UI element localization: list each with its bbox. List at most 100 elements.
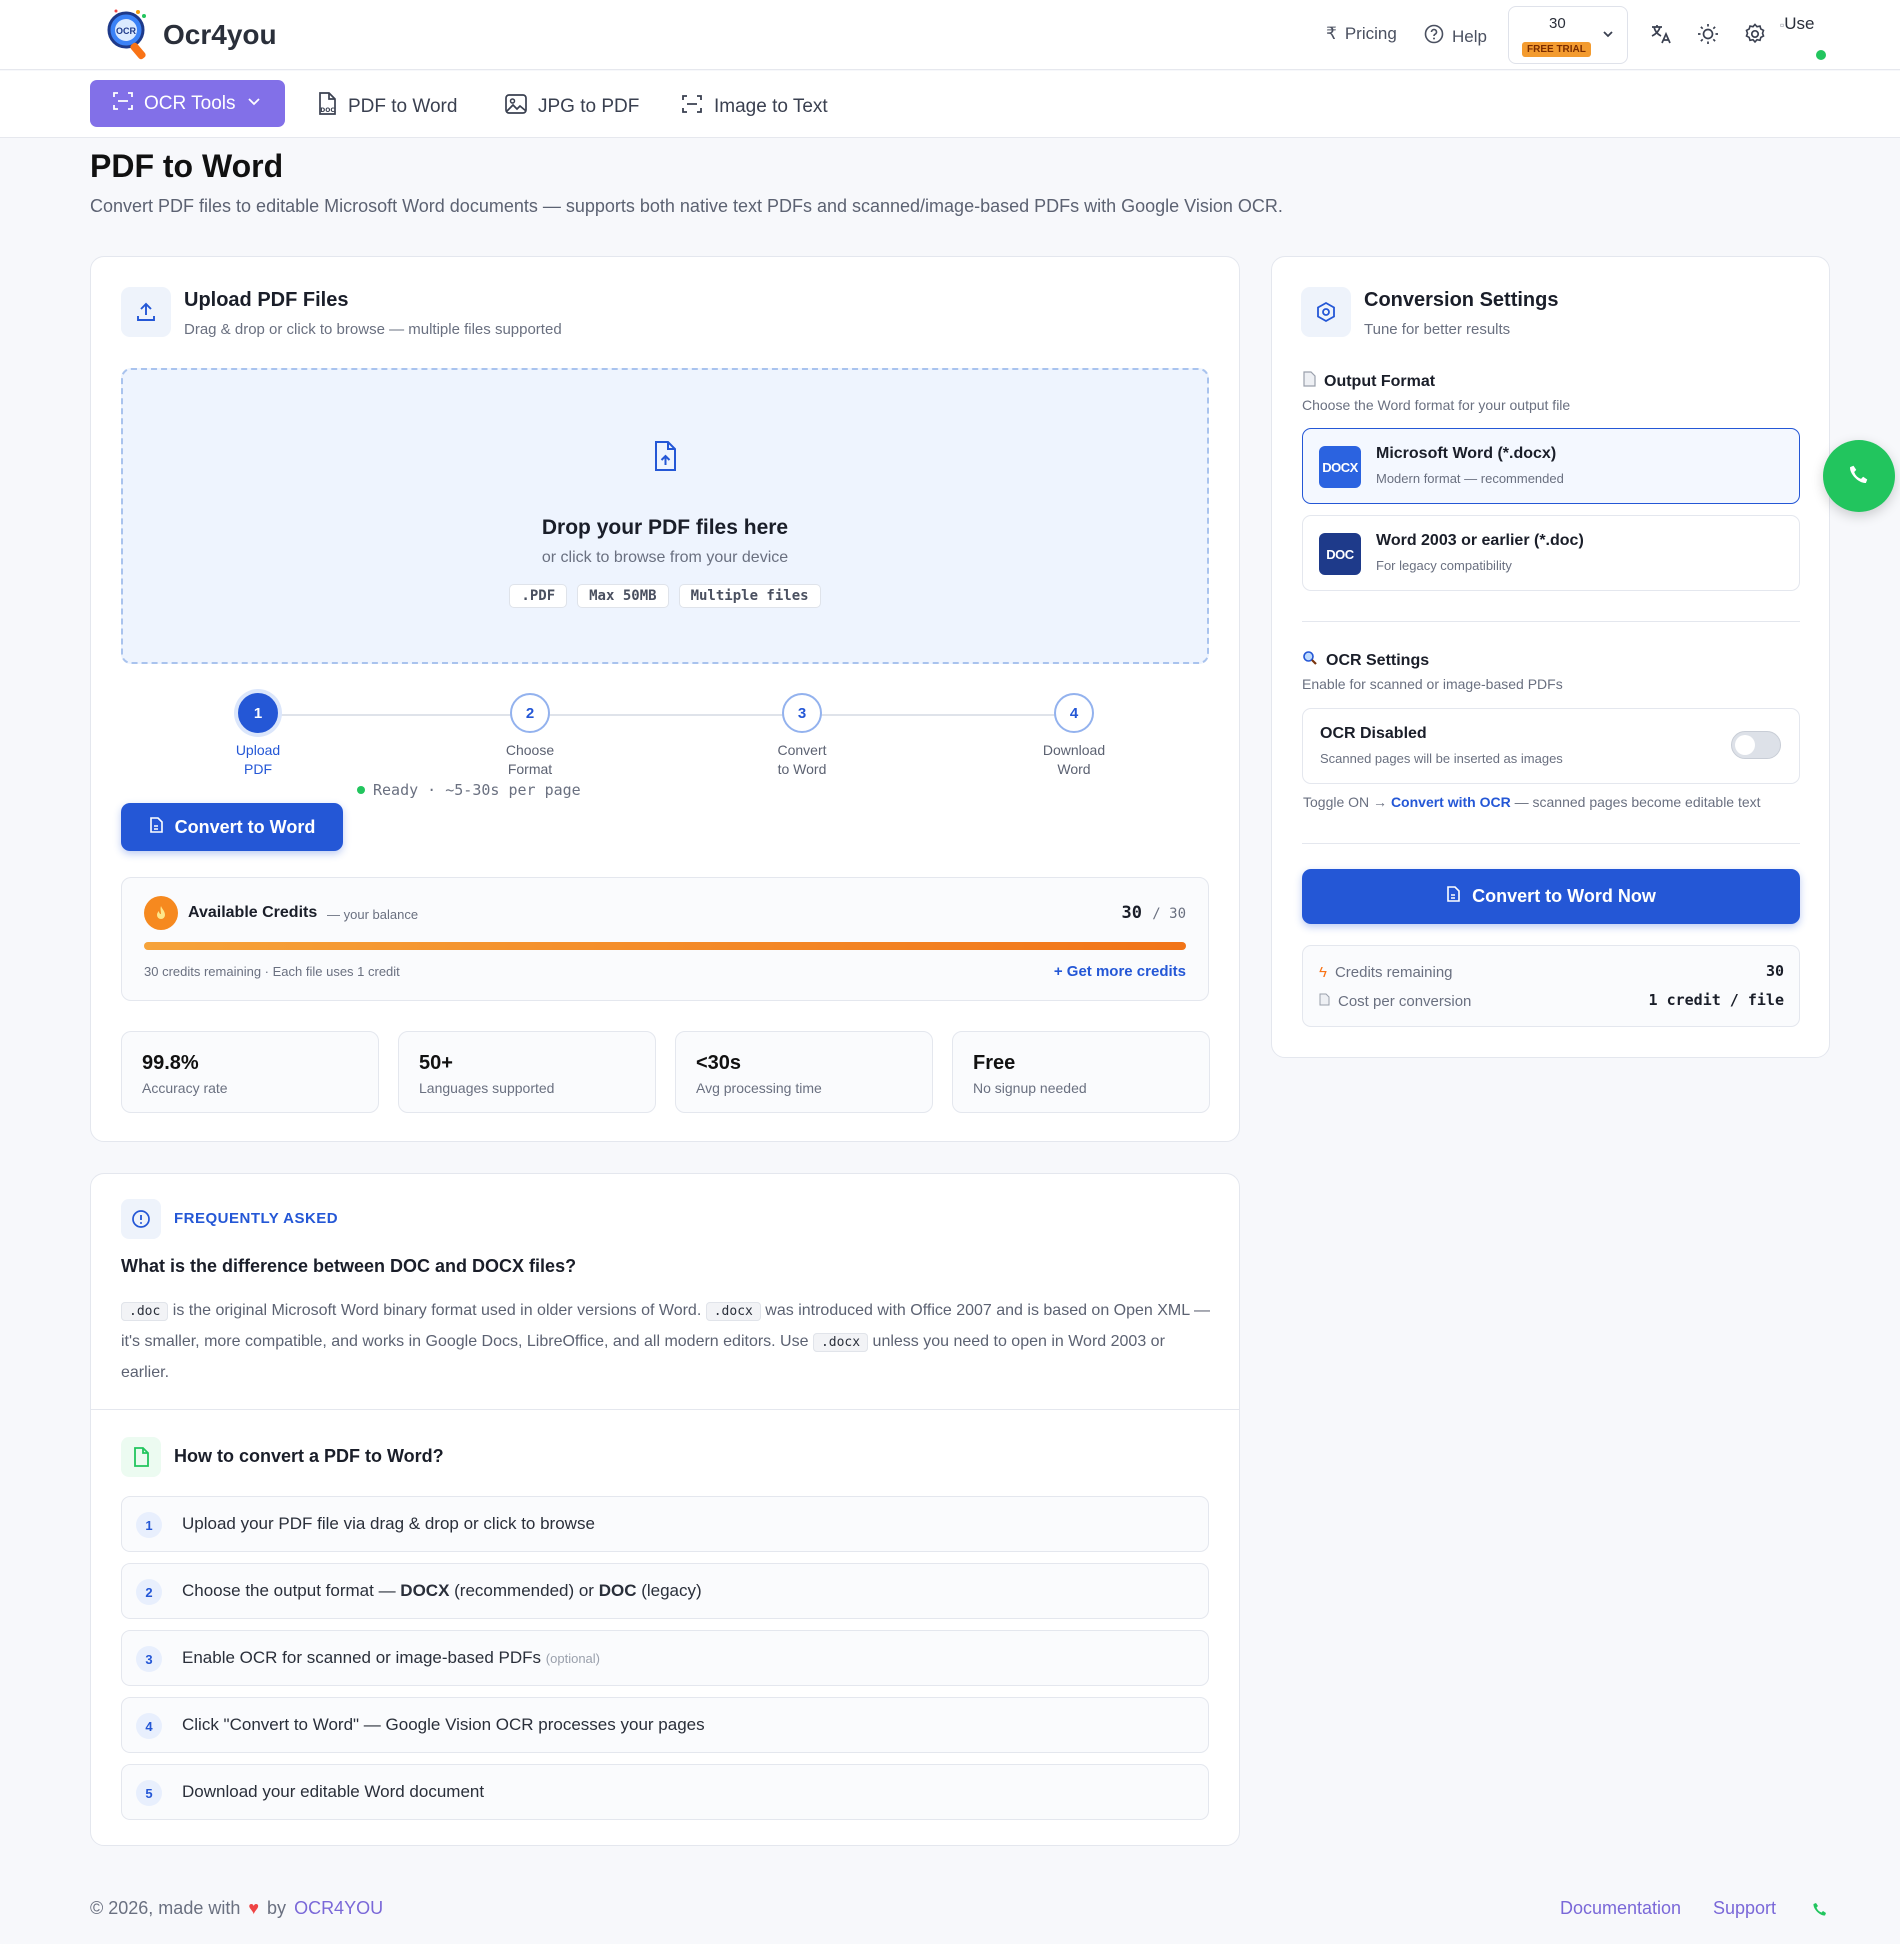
settings-title: Conversion Settings <box>1364 289 1559 311</box>
doc-subtitle: For legacy compatibility <box>1376 558 1512 573</box>
phone-icon <box>1848 463 1870 490</box>
nav-image-to-text[interactable]: Image to Text <box>680 92 828 122</box>
credits-remaining-value: 30 <box>1765 962 1784 980</box>
online-status-dot <box>1816 50 1826 60</box>
convert-button-label: Convert to Word <box>174 816 316 837</box>
convert-with-ocr-link[interactable]: Convert with OCR <box>1391 794 1511 810</box>
format-option-docx[interactable]: DOCX Microsoft Word (*.docx) Modern form… <box>1302 428 1800 504</box>
phone-icon[interactable] <box>1812 1901 1828 1922</box>
tool-nav-bar: OCR Tools DOC PDF to Word JPG to PDF Ima… <box>0 71 1900 138</box>
docx-subtitle: Modern format — recommended <box>1376 471 1564 486</box>
format-option-doc[interactable]: DOC Word 2003 or earlier (*.doc) For leg… <box>1302 515 1800 591</box>
ocr-toggle-switch[interactable] <box>1731 731 1781 759</box>
credits-progress-track <box>144 942 1186 950</box>
footer-brand-link[interactable]: OCR4YOU <box>294 1898 383 1919</box>
green-document-icon <box>121 1437 161 1477</box>
credits-dropdown[interactable]: 30 FREE TRIAL <box>1508 6 1628 64</box>
convert-now-label: Convert to Word Now <box>1472 886 1656 906</box>
theme-sun-icon[interactable] <box>1694 20 1722 48</box>
credits-remaining-row: ϟ Credits remaining <box>1319 964 1453 981</box>
doc-icon <box>1446 886 1460 907</box>
how-step-5: 5 Download your editable Word document <box>121 1764 1209 1820</box>
documentation-link[interactable]: Documentation <box>1560 1898 1681 1919</box>
faq-question: What is the difference between DOC and D… <box>121 1256 577 1276</box>
output-format-label: Output Format <box>1302 371 1435 392</box>
nav-jpg-to-pdf[interactable]: JPG to PDF <box>504 92 639 122</box>
how-step-4: 4 Click "Convert to Word" — Google Vision… <box>121 1697 1209 1753</box>
settings-subtitle: Tune for better results <box>1364 321 1511 338</box>
brand-name[interactable]: Ocr4you <box>163 19 277 51</box>
conversion-summary: ϟ Credits remaining 30 Cost per conversio… <box>1302 945 1800 1027</box>
status-dot <box>357 786 365 794</box>
ocr-tools-menu-button[interactable]: OCR Tools <box>90 80 285 127</box>
upload-icon <box>121 287 171 337</box>
dropzone-subtitle: or click to browse from your device <box>541 549 789 566</box>
code-doc: .doc <box>121 1302 169 1321</box>
credits-total: / 30 <box>1152 906 1186 922</box>
credits-progress-fill <box>144 942 1186 950</box>
nav-jpg-to-pdf-label: JPG to PDF <box>538 96 640 117</box>
convert-to-word-now-button[interactable]: Convert to Word Now <box>1302 869 1800 924</box>
how-step-2: 2 Choose the output format — DOCX (recomm… <box>121 1563 1209 1619</box>
docx-title: Microsoft Word (*.docx) <box>1376 445 1557 462</box>
file-upload-icon <box>651 440 679 477</box>
cost-per-conversion-row: Cost per conversion <box>1319 993 1471 1010</box>
steps-track <box>244 714 1056 716</box>
svg-text:DOC: DOC <box>320 107 335 114</box>
upload-subtitle: Drag & drop or click to browse — multipl… <box>184 321 562 338</box>
ocr-toggle-row: OCR Disabled Scanned pages will be inser… <box>1302 708 1800 784</box>
settings-target-icon <box>1301 287 1351 337</box>
dropzone-title: Drop your PDF files here <box>541 516 789 539</box>
avatar[interactable]: ▫Use <box>1780 14 1815 34</box>
nav-pdf-to-word[interactable]: DOC PDF to Word <box>316 92 457 122</box>
magnifier-icon <box>1302 650 1318 671</box>
svg-text:OCR: OCR <box>116 26 137 36</box>
help-icon <box>1424 24 1444 49</box>
available-credits-panel: Available Credits — your balance 30 / 30… <box>121 877 1209 1001</box>
get-more-credits-link[interactable]: + Get more credits <box>1054 963 1186 980</box>
step-1-circle: 1 <box>238 693 278 733</box>
how-to-title: How to convert a PDF to Word? <box>174 1446 444 1466</box>
credits-subtitle: — your balance <box>327 907 419 922</box>
ocr-hint: Toggle ON → Convert with OCR — scanned p… <box>1303 794 1761 810</box>
rupee-icon: ₹ <box>1326 24 1337 43</box>
upload-card: Upload PDF Files Drag & drop or click to… <box>90 256 1240 1142</box>
conversion-settings-card: Conversion Settings Tune for better resu… <box>1271 256 1830 1058</box>
credits-count: 30 <box>1549 15 1566 32</box>
ocr-status-desc: Scanned pages will be inserted as images <box>1320 751 1563 766</box>
pricing-label: Pricing <box>1344 24 1397 43</box>
cost-per-conversion-value: 1 credit / file <box>1648 991 1784 1009</box>
info-icon <box>121 1199 161 1239</box>
stat-free: Free No signup needed <box>952 1031 1210 1113</box>
how-step-1: 1 Upload your PDF file via drag & drop or… <box>121 1496 1209 1552</box>
footer-copyright: © 2026, made with ♥ by OCR4YOU <box>90 1898 384 1919</box>
settings-gear-icon[interactable] <box>1741 20 1769 48</box>
ocr-status-title: OCR Disabled <box>1320 725 1427 742</box>
divider <box>91 1409 1239 1410</box>
output-format-subtitle: Choose the Word format for your output f… <box>1302 397 1571 413</box>
toggle-knob <box>1735 735 1755 755</box>
step-3-label: Convert to Word <box>777 742 827 777</box>
scan-text-icon <box>680 92 704 122</box>
help-link[interactable]: Help <box>1424 24 1487 49</box>
ready-status: Ready · ~5-30s per page <box>357 781 581 799</box>
faq-card: FREQUENTLY ASKED What is the difference … <box>90 1173 1240 1846</box>
help-label: Help <box>1452 26 1487 46</box>
divider <box>1302 843 1800 844</box>
call-floating-button[interactable] <box>1823 440 1895 512</box>
status-text: Ready · ~5-30s per page <box>373 781 581 799</box>
chevron-down-icon <box>246 93 262 115</box>
ocr-settings-subtitle: Enable for scanned or image-based PDFs <box>1302 676 1563 692</box>
pricing-link[interactable]: ₹ Pricing <box>1326 24 1397 44</box>
credits-note: 30 credits remaining · Each file uses 1 … <box>144 964 400 979</box>
how-step-3: 3 Enable OCR for scanned or image-based P… <box>121 1630 1209 1686</box>
pdf-dropzone[interactable]: Drop your PDF files here or click to bro… <box>121 368 1209 664</box>
support-link[interactable]: Support <box>1713 1898 1776 1919</box>
document-icon <box>1302 371 1316 392</box>
brand-logo[interactable]: OCR <box>104 6 152 64</box>
translate-icon[interactable] <box>1647 20 1675 48</box>
convert-to-word-button[interactable]: Convert to Word <box>121 803 343 851</box>
step-2-label: Choose Format <box>505 742 555 777</box>
doc-icon <box>149 816 163 838</box>
step-3-circle: 3 <box>782 693 822 733</box>
